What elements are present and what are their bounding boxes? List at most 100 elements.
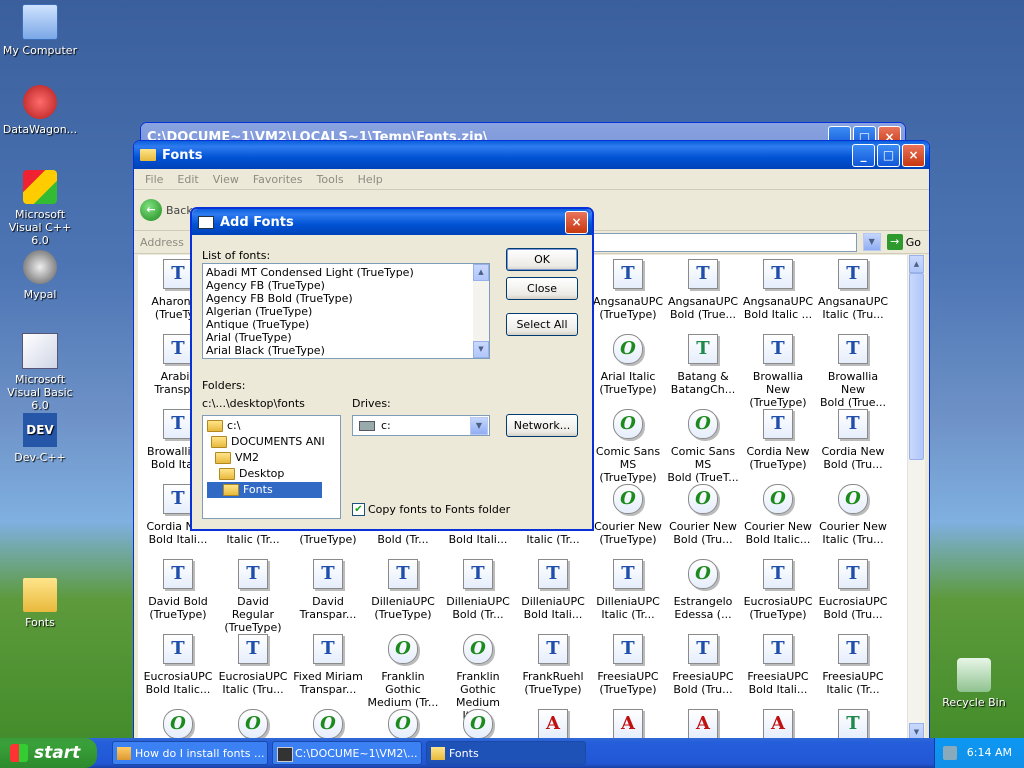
close-button[interactable]: × <box>902 143 925 167</box>
font-file-item[interactable]: T Fixed Miriam Transpar... <box>290 634 366 696</box>
font-file-item[interactable]: O <box>365 709 441 741</box>
chevron-down-icon[interactable]: ▼ <box>862 233 881 251</box>
desktop-icon-my-computer[interactable]: My Computer <box>0 4 80 57</box>
back-button[interactable]: ← Back <box>140 199 193 221</box>
font-file-item[interactable]: A <box>515 709 591 741</box>
chevron-down-icon[interactable]: ▼ <box>470 417 488 435</box>
desktop-icon-visual-basic[interactable]: Microsoft Visual Basic 6.0 <box>0 333 80 412</box>
font-file-item[interactable]: T EucrosiaUPC Bold Italic... <box>140 634 216 696</box>
folder-item-desktop[interactable]: Desktop <box>207 466 340 482</box>
font-list-item[interactable]: Arial (TrueType) <box>203 331 489 344</box>
folder-item-vm2[interactable]: VM2 <box>207 450 340 466</box>
folder-item-fonts[interactable]: Fonts <box>207 482 322 498</box>
font-file-item[interactable]: T DilleniaUPC Italic (Tr... <box>590 559 666 621</box>
maximize-button[interactable]: □ <box>877 143 900 167</box>
font-file-item[interactable]: T AngsanaUPC (TrueType) <box>590 259 666 321</box>
font-file-item[interactable]: O Courier New (TrueType) <box>590 484 666 546</box>
font-list-item[interactable]: Antique (TrueType) <box>203 318 489 331</box>
fonts-window-titlebar[interactable]: Fonts _ □ × <box>134 141 929 169</box>
close-dialog-button[interactable]: Close <box>506 277 578 300</box>
menu-tools[interactable]: Tools <box>310 173 351 186</box>
folder-item-documents[interactable]: DOCUMENTS ANI <box>207 434 340 450</box>
font-file-item[interactable]: T David Transpar... <box>290 559 366 621</box>
font-file-item[interactable]: T EucrosiaUPC (TrueType) <box>740 559 816 621</box>
font-file-item[interactable]: O <box>290 709 366 741</box>
font-file-item[interactable]: O <box>140 709 216 741</box>
add-fonts-dialog[interactable]: Add Fonts × List of fonts: Abadi MT Cond… <box>190 207 594 531</box>
scroll-up-button[interactable]: ▲ <box>909 255 924 273</box>
font-list-item[interactable]: Algerian (TrueType) <box>203 305 489 318</box>
font-file-item[interactable]: T FreesiaUPC Bold (Tru... <box>665 634 741 696</box>
font-file-item[interactable]: O Courier New Bold (Tru... <box>665 484 741 546</box>
font-file-item[interactable]: O Comic Sans MS (TrueType) <box>590 409 666 484</box>
font-file-item[interactable]: T Browallia New (TrueType) <box>740 334 816 409</box>
font-file-item[interactable]: T FreesiaUPC Bold Itali... <box>740 634 816 696</box>
desktop-icon-mypal[interactable]: Mypal <box>0 250 80 301</box>
font-file-item[interactable]: T DilleniaUPC (TrueType) <box>365 559 441 621</box>
font-list-item[interactable]: Abadi MT Condensed Light (TrueType) <box>203 266 489 279</box>
font-file-item[interactable]: O <box>215 709 291 741</box>
font-file-item[interactable]: T FreesiaUPC (TrueType) <box>590 634 666 696</box>
close-button[interactable]: × <box>565 210 588 234</box>
network-icon[interactable] <box>943 746 957 760</box>
select-all-button[interactable]: Select All <box>506 313 578 336</box>
font-file-item[interactable]: A <box>740 709 816 741</box>
ok-button[interactable]: OK <box>506 248 578 271</box>
font-file-item[interactable]: T Browallia New Bold (True... <box>815 334 891 409</box>
network-button[interactable]: Network... <box>506 414 578 437</box>
copy-fonts-checkbox[interactable]: ✔ <box>352 503 365 516</box>
taskbar-item-zip[interactable]: C:\DOCUME~1\VM2\... <box>272 741 422 765</box>
font-file-item[interactable]: T Cordia New (TrueType) <box>740 409 816 471</box>
font-file-item[interactable]: A <box>665 709 741 741</box>
desktop-icon-datawagon[interactable]: DataWagon... <box>0 85 80 136</box>
folder-item-c[interactable]: c:\ <box>207 418 340 434</box>
drives-select[interactable]: c: ▼ <box>352 415 490 436</box>
menu-view[interactable]: View <box>206 173 246 186</box>
font-file-item[interactable]: T FreesiaUPC Italic (Tr... <box>815 634 891 696</box>
font-file-item[interactable]: O <box>440 709 516 741</box>
go-button[interactable]: → Go <box>886 234 929 250</box>
font-file-item[interactable]: T David Bold (TrueType) <box>140 559 216 621</box>
menu-favorites[interactable]: Favorites <box>246 173 310 186</box>
menu-help[interactable]: Help <box>351 173 390 186</box>
taskbar-item-browser[interactable]: How do I install fonts ... <box>112 741 268 765</box>
font-list-item[interactable]: Agency FB (TrueType) <box>203 279 489 292</box>
menu-file[interactable]: File <box>138 173 170 186</box>
font-file-item[interactable]: T EucrosiaUPC Bold (Tru... <box>815 559 891 621</box>
scroll-up-button[interactable]: ▲ <box>473 264 489 281</box>
vertical-scrollbar[interactable]: ▲ ▼ <box>907 255 925 741</box>
folders-tree[interactable]: c:\ DOCUMENTS ANI VM2 Desktop Fonts <box>202 415 341 519</box>
start-button[interactable]: start <box>0 738 97 768</box>
clock[interactable]: 6:14 AM <box>967 746 1012 759</box>
font-file-item[interactable]: O Estrangelo Edessa (... <box>665 559 741 621</box>
font-file-item[interactable]: T Batang & BatangCh... <box>665 334 741 396</box>
menu-edit[interactable]: Edit <box>170 173 205 186</box>
desktop-icon-recycle-bin[interactable]: Recycle Bin <box>934 658 1014 709</box>
font-file-item[interactable]: T <box>815 709 891 741</box>
font-file-item[interactable]: O Courier New Italic (Tru... <box>815 484 891 546</box>
taskbar-item-fonts[interactable]: Fonts <box>426 741 586 765</box>
desktop-icon-dev-cpp[interactable]: DEV Dev-C++ <box>0 413 80 464</box>
font-file-item[interactable]: O Arial Italic (TrueType) <box>590 334 666 396</box>
font-file-item[interactable]: T EucrosiaUPC Italic (Tru... <box>215 634 291 696</box>
font-file-item[interactable]: T AngsanaUPC Bold (True... <box>665 259 741 321</box>
fonts-listbox[interactable]: Abadi MT Condensed Light (TrueType) Agen… <box>202 263 490 359</box>
scroll-thumb[interactable] <box>909 273 924 460</box>
desktop-icon-visual-cpp[interactable]: Microsoft Visual C++ 6.0 <box>0 170 80 247</box>
font-file-item[interactable]: T DilleniaUPC Bold (Tr... <box>440 559 516 621</box>
font-file-item[interactable]: O Franklin Gothic Medium (Tr... <box>365 634 441 709</box>
font-file-item[interactable]: T DilleniaUPC Bold Itali... <box>515 559 591 621</box>
minimize-button[interactable]: _ <box>852 143 875 167</box>
font-list-item[interactable]: Arial Black (TrueType) <box>203 344 489 357</box>
desktop-icon-fonts[interactable]: Fonts <box>0 578 80 629</box>
font-file-item[interactable]: O Comic Sans MS Bold (TrueT... <box>665 409 741 484</box>
font-file-item[interactable]: T David Regular (TrueType) <box>215 559 291 634</box>
scroll-down-button[interactable]: ▼ <box>473 341 489 358</box>
font-file-item[interactable]: A <box>590 709 666 741</box>
listbox-scrollbar[interactable]: ▲ ▼ <box>473 264 489 358</box>
font-file-item[interactable]: T AngsanaUPC Italic (Tru... <box>815 259 891 321</box>
font-file-item[interactable]: O Courier New Bold Italic... <box>740 484 816 546</box>
font-list-item[interactable]: Agency FB Bold (TrueType) <box>203 292 489 305</box>
dialog-titlebar[interactable]: Add Fonts × <box>192 209 592 235</box>
font-file-item[interactable]: T AngsanaUPC Bold Italic ... <box>740 259 816 321</box>
